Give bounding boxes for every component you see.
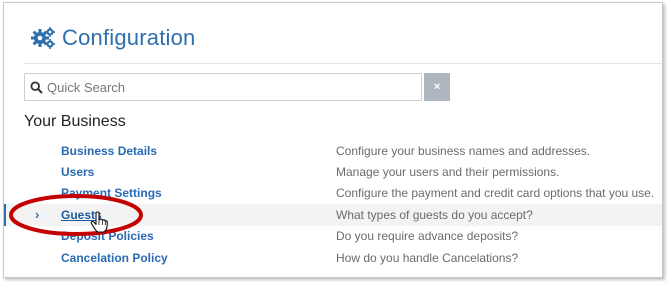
clear-search-button[interactable]: × bbox=[424, 73, 450, 101]
config-list: Business Details Configure your business… bbox=[4, 140, 662, 268]
list-item-business-details[interactable]: Business Details Configure your business… bbox=[4, 140, 662, 161]
header-divider bbox=[24, 63, 662, 64]
search-icon bbox=[30, 80, 43, 94]
cancelation-policy-link[interactable]: Cancelation Policy bbox=[61, 251, 168, 265]
item-description: How do you handle Cancelations? bbox=[336, 250, 519, 265]
list-item-users[interactable]: Users Manage your users and their permis… bbox=[4, 161, 662, 182]
list-item-cancelation-policy[interactable]: Cancelation Policy How do you handle Can… bbox=[4, 247, 662, 268]
item-description: Configure the payment and credit card op… bbox=[336, 186, 655, 201]
item-description: Configure your business names and addres… bbox=[336, 143, 591, 158]
page-title: Configuration bbox=[62, 25, 196, 50]
payment-settings-link[interactable]: Payment Settings bbox=[61, 186, 162, 200]
configuration-panel: Configuration × Your Business Business D… bbox=[3, 2, 663, 278]
hand-pointer-icon bbox=[90, 211, 108, 233]
item-description: Manage your users and their permissions. bbox=[336, 165, 560, 180]
gears-icon bbox=[31, 27, 55, 49]
users-link[interactable]: Users bbox=[61, 165, 94, 179]
section-title: Your Business bbox=[24, 113, 126, 130]
search-field[interactable] bbox=[24, 73, 423, 101]
list-item-payment-settings[interactable]: Payment Settings Configure the payment a… bbox=[4, 183, 662, 204]
item-description: What types of guests do you accept? bbox=[336, 207, 533, 222]
chevron-right-icon: › bbox=[35, 207, 40, 223]
page-header: Configuration bbox=[30, 23, 195, 53]
item-description: Do you require advance deposits? bbox=[336, 229, 519, 244]
search-input[interactable] bbox=[47, 79, 407, 95]
quick-search: × bbox=[24, 73, 450, 101]
business-details-link[interactable]: Business Details bbox=[61, 144, 157, 158]
